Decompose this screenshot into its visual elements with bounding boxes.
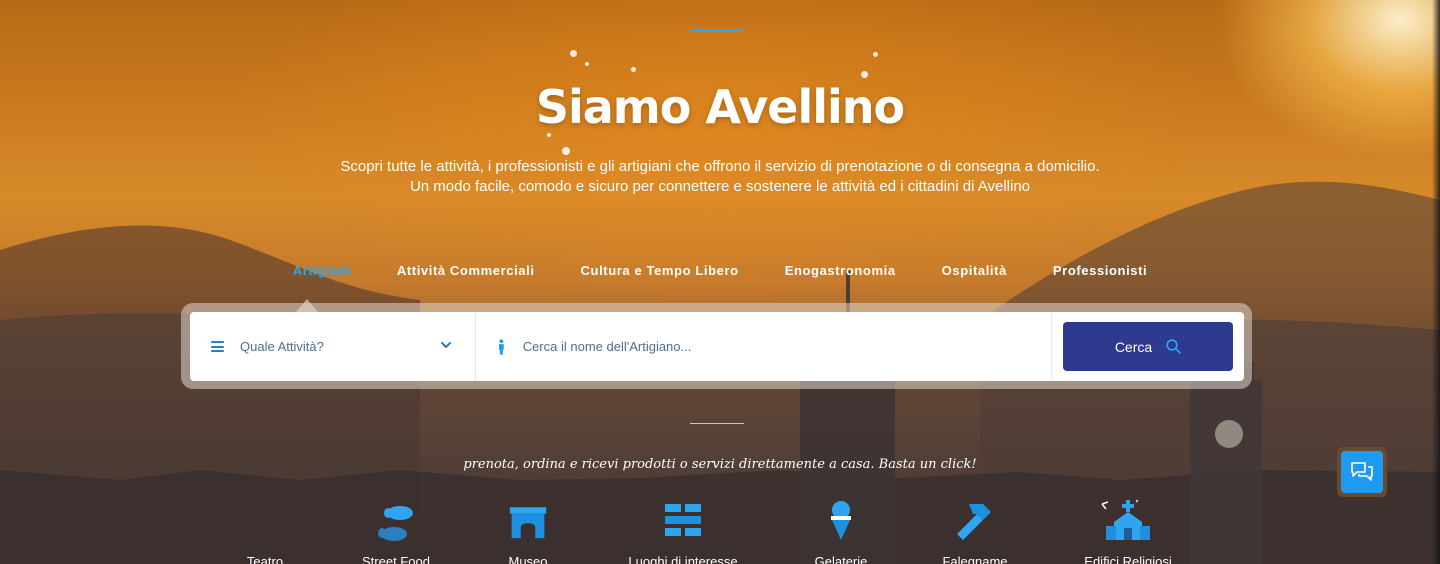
activity-select[interactable]: Quale Attività? xyxy=(190,312,476,381)
category-label: Gelaterie xyxy=(814,554,868,564)
hero-subtitle: Scopri tutte le attività, i professionis… xyxy=(0,157,1440,197)
footsteps-icon xyxy=(376,498,416,542)
decorative-dot xyxy=(861,71,868,78)
category-falegname[interactable]: Falegname xyxy=(937,498,1013,564)
window-edge-shadow xyxy=(1432,0,1440,564)
arch-icon xyxy=(508,498,548,542)
subtitle-line-2: Un modo facile, comodo e sicuro per conn… xyxy=(409,178,1031,195)
name-search-field xyxy=(476,312,1052,381)
person-icon xyxy=(498,338,504,355)
category-label: Edifici Religiosi xyxy=(1084,554,1172,564)
category-tabs: Artigiani Attività Commerciali Cultura e… xyxy=(0,263,1440,278)
category-label: Luoghi di interesse xyxy=(628,554,738,564)
search-button-label: Cerca xyxy=(1114,338,1153,355)
category-icons: Teatro Street Food Museo Luoghi di inter… xyxy=(0,498,1440,564)
tab-artigiani[interactable]: Artigiani xyxy=(270,263,374,278)
tagline: prenota, ordina e ricevi prodotti o serv… xyxy=(463,457,977,472)
decorative-dot xyxy=(570,50,577,57)
category-luoghi-di-interesse[interactable]: Luoghi di interesse xyxy=(620,498,746,564)
search-icon xyxy=(1166,339,1181,354)
theater-icon xyxy=(245,498,285,542)
decorative-dot xyxy=(873,52,878,57)
section-divider xyxy=(690,423,744,424)
category-street-food[interactable]: Street Food xyxy=(362,498,430,564)
tab-enogastronomia[interactable]: Enogastronomia xyxy=(762,263,919,278)
chevron-down-icon xyxy=(441,342,451,348)
chat-button-inner xyxy=(1341,451,1383,493)
tab-attivita-commerciali[interactable]: Attività Commerciali xyxy=(374,263,558,278)
search-bar: Quale Attività? Cerca xyxy=(190,312,1244,381)
top-accent-line xyxy=(690,29,744,32)
chat-bubbles-icon xyxy=(1351,462,1373,481)
category-label: Museo xyxy=(508,554,548,564)
ice-cream-icon xyxy=(810,498,872,542)
tab-ospitalita[interactable]: Ospitalità xyxy=(919,263,1030,278)
decorative-dot xyxy=(585,62,589,66)
hammer-icon xyxy=(937,498,1013,542)
category-museo[interactable]: Museo xyxy=(508,498,548,564)
name-search-input[interactable] xyxy=(522,339,1051,354)
category-gelaterie[interactable]: Gelaterie xyxy=(810,498,872,564)
search-button-area: Cerca xyxy=(1052,312,1244,381)
tab-professionisti[interactable]: Professionisti xyxy=(1030,263,1170,278)
category-label: Falegname xyxy=(942,554,1008,564)
search-button[interactable]: Cerca xyxy=(1063,322,1233,371)
category-teatro[interactable]: Teatro xyxy=(245,498,285,564)
category-edifici-religiosi[interactable]: Edifici Religiosi xyxy=(1078,498,1178,564)
subtitle-line-1: Scopri tutte le attività, i professionis… xyxy=(340,158,1100,175)
activity-select-label: Quale Attività? xyxy=(240,339,324,354)
church-icon xyxy=(1078,498,1178,542)
decorative-dot xyxy=(631,67,636,72)
page-title: Siamo Avellino xyxy=(535,80,905,134)
list-icon xyxy=(211,341,224,352)
chat-button[interactable] xyxy=(1337,447,1387,497)
tab-cultura-tempo-libero[interactable]: Cultura e Tempo Libero xyxy=(558,263,762,278)
decorative-dot xyxy=(562,147,570,155)
category-label: Street Food xyxy=(362,554,430,564)
brick-wall-icon xyxy=(620,498,746,542)
category-label: Teatro xyxy=(246,554,284,564)
